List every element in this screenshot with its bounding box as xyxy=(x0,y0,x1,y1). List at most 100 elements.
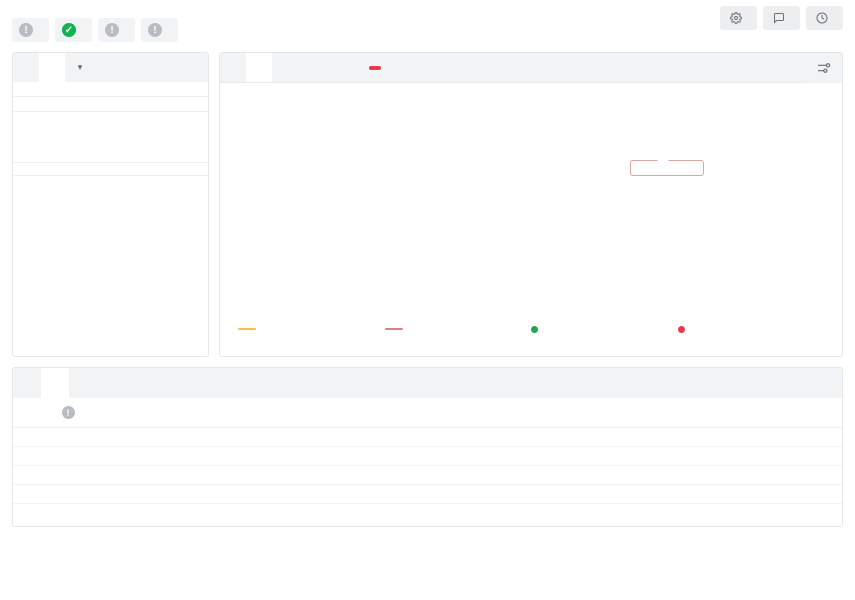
custom-analysis-button[interactable] xyxy=(806,6,843,30)
legend-item-withdrawal[interactable] xyxy=(677,325,825,333)
cell-gain xyxy=(123,484,243,504)
table-row xyxy=(13,427,842,447)
periods-table: ! xyxy=(13,398,842,504)
tab-growth[interactable] xyxy=(246,53,272,82)
stats-group-account xyxy=(13,111,208,162)
legend-item-deposit[interactable] xyxy=(531,325,678,333)
tab-balance[interactable] xyxy=(272,53,298,82)
column-header-pips[interactable] xyxy=(362,398,483,428)
cell-lots xyxy=(722,465,842,485)
status-badge-cashback[interactable]: ! xyxy=(141,18,178,42)
cell-gain xyxy=(123,427,243,447)
cell-lots xyxy=(722,427,842,447)
page-header: ! ✓ ! ! xyxy=(0,0,855,42)
stats-group-gain xyxy=(13,82,208,96)
table-row xyxy=(13,484,842,504)
cell-win xyxy=(482,427,603,447)
exclamation-icon: ! xyxy=(148,23,162,37)
column-header-trades[interactable] xyxy=(602,398,723,428)
cell-lots xyxy=(722,484,842,504)
column-header-lots[interactable] xyxy=(722,398,842,428)
cell-pips xyxy=(362,427,483,447)
cell-win xyxy=(482,465,603,485)
info-icon[interactable]: ! xyxy=(61,406,75,419)
cell-profit xyxy=(242,465,363,485)
column-header-period: ! xyxy=(13,398,123,428)
tab-chart[interactable] xyxy=(220,53,246,82)
chart-tooltip xyxy=(630,155,704,176)
cell-pips xyxy=(362,446,483,466)
table-tabs xyxy=(13,368,842,398)
gear-icon xyxy=(730,12,742,24)
chart-tabs xyxy=(220,53,842,83)
header-actions xyxy=(720,6,843,30)
chart-legend xyxy=(220,315,842,343)
cell-win xyxy=(482,484,603,504)
cell-pips xyxy=(362,484,483,504)
tab-trading[interactable] xyxy=(13,368,41,398)
table-row xyxy=(13,446,842,466)
tab-drawdown[interactable] xyxy=(324,53,350,82)
cell-trades xyxy=(602,427,723,447)
tab-info[interactable] xyxy=(13,53,39,82)
cell-lots xyxy=(722,446,842,466)
clock-icon xyxy=(816,12,828,24)
legend-item-growth[interactable] xyxy=(384,328,532,330)
column-header-win[interactable] xyxy=(482,398,603,428)
discuss-button[interactable] xyxy=(763,6,800,30)
stats-panel-tabs: ▾ xyxy=(13,53,208,82)
stat-row-equity xyxy=(24,118,197,137)
tab-margin[interactable] xyxy=(350,53,394,82)
exclamation-icon: ! xyxy=(19,23,33,37)
cell-period xyxy=(13,484,123,504)
table-body xyxy=(13,427,842,504)
legend-dot-icon xyxy=(531,325,538,333)
exclamation-icon: ! xyxy=(105,23,119,37)
cell-pips xyxy=(362,465,483,485)
comment-icon xyxy=(773,12,785,24)
cell-win xyxy=(482,446,603,466)
status-badge-live-update[interactable]: ! xyxy=(98,18,135,42)
main-content: ▾ xyxy=(0,42,855,357)
stat-value-wrap xyxy=(195,137,197,156)
legend-item-equity-growth[interactable] xyxy=(238,328,385,330)
cell-profit xyxy=(242,446,363,466)
stats-group-funding xyxy=(13,162,208,175)
stats-group-performance xyxy=(13,96,208,111)
cell-gain xyxy=(123,465,243,485)
tab-goals[interactable] xyxy=(69,368,97,398)
stat-row-highest xyxy=(24,137,197,156)
legend-dot-icon xyxy=(677,325,685,333)
cell-period xyxy=(13,465,123,485)
stat-row-abs-gain xyxy=(24,89,197,90)
status-badges: ! ✓ ! ! xyxy=(12,18,843,42)
column-header-gain[interactable] xyxy=(123,398,243,428)
cell-period xyxy=(13,427,123,447)
new-badge xyxy=(369,65,381,70)
growth-chart-svg xyxy=(220,83,832,315)
status-badge-trading-privileges[interactable]: ✓ xyxy=(55,18,92,42)
status-badge-track-record[interactable]: ! xyxy=(12,18,49,42)
sliders-icon[interactable] xyxy=(806,53,842,83)
check-icon: ✓ xyxy=(62,23,76,37)
tab-profit[interactable] xyxy=(298,53,324,82)
cell-profit xyxy=(242,427,363,447)
tab-periods[interactable] xyxy=(41,368,69,398)
tab-browser[interactable] xyxy=(97,368,125,398)
stat-value-wrap xyxy=(195,118,197,137)
column-header-profit[interactable] xyxy=(242,398,363,428)
chevron-down-icon[interactable]: ▾ xyxy=(65,53,95,82)
chart-panel xyxy=(219,52,843,357)
stat-row-monthly xyxy=(24,104,197,105)
settings-button[interactable] xyxy=(720,6,757,30)
stats-group-meta xyxy=(13,175,208,188)
tab-stats[interactable] xyxy=(39,53,65,82)
account-dashboard: ! ✓ ! ! ▾ ! xyxy=(0,0,855,600)
table-row xyxy=(13,465,842,485)
cell-trades xyxy=(602,446,723,466)
cell-trades xyxy=(602,484,723,504)
periods-table-panel: ! xyxy=(12,367,843,527)
stats-panel: ▾ xyxy=(12,52,209,357)
legend-line-icon xyxy=(384,328,403,330)
cell-profit xyxy=(242,484,363,504)
